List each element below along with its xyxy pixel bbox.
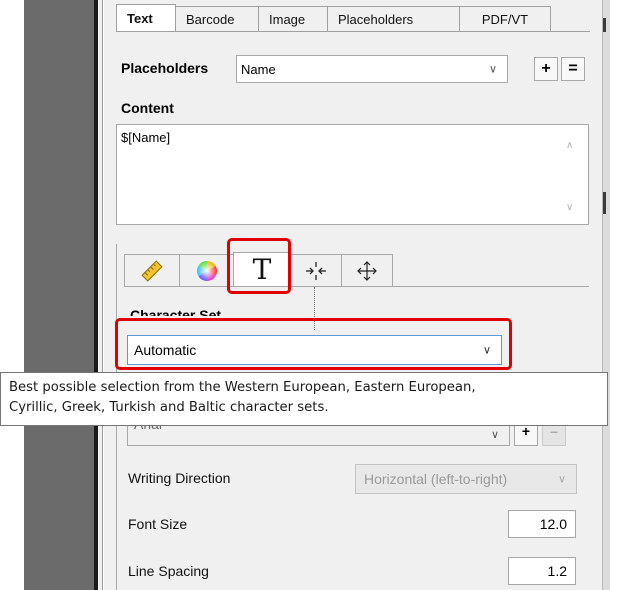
highlight-character-set (115, 318, 512, 370)
content-label: Content (121, 100, 174, 116)
inner-tab-underline (124, 286, 589, 287)
right-scrollbar[interactable] (603, 0, 610, 590)
chevron-down-icon: ∨ (488, 63, 497, 76)
scrollbar-mark (603, 192, 606, 214)
writing-direction-combo: Horizontal (left-to-right) ∨ (355, 464, 577, 494)
screenshot-stage: Text Barcode Image Placeholders PDF/VT P… (0, 0, 618, 590)
line-spacing-value: 1.2 (547, 563, 567, 579)
writing-direction-value: Horizontal (left-to-right) (364, 471, 508, 487)
tab-image[interactable]: Image (258, 6, 328, 31)
chevron-down-icon: ∨ (490, 429, 499, 441)
move-icon (357, 260, 377, 281)
content-textarea[interactable]: $[Name] (116, 124, 589, 225)
font-size-value: 12.0 (539, 516, 567, 532)
scroll-down-icon[interactable]: ∨ (566, 202, 573, 213)
canvas-area (24, 0, 94, 590)
character-set-label: Character Set (130, 307, 222, 316)
tab-placeholders[interactable]: Placeholders (327, 6, 460, 31)
compress-icon (306, 261, 326, 280)
line-spacing-label: Line Spacing (128, 563, 209, 579)
content-value: $[Name] (121, 130, 171, 145)
highlight-text-tab (227, 238, 291, 294)
writing-direction-label: Writing Direction (128, 470, 231, 486)
line-spacing-field[interactable]: 1.2 (508, 557, 576, 585)
tooltip-line-1: Best possible selection from the Western… (9, 380, 476, 395)
font-combo[interactable]: Arial ∨ (127, 424, 510, 446)
placeholders-combo-value: Name (241, 61, 276, 77)
font-size-label: Font Size (128, 516, 188, 532)
add-font-button[interactable]: + (514, 424, 538, 446)
tab-compress[interactable] (290, 254, 342, 286)
ruler-icon (141, 259, 163, 282)
main-tab-bar: Text Barcode Image Placeholders PDF/VT (116, 4, 551, 32)
placeholders-label: Placeholders (121, 60, 209, 76)
chevron-down-icon: ∨ (557, 473, 566, 486)
character-set-tooltip: Best possible selection from the Western… (0, 372, 608, 426)
tab-barcode[interactable]: Barcode (175, 6, 259, 31)
font-size-field[interactable]: 12.0 (508, 510, 576, 538)
guide-line (314, 287, 315, 321)
tab-color[interactable] (179, 254, 234, 286)
tooltip-line-2: Cyrillic, Greek, Turkish and Baltic char… (9, 400, 329, 415)
tab-underline (116, 31, 590, 32)
scrollbar-mark (603, 18, 606, 32)
equals-button[interactable]: = (561, 57, 585, 81)
add-placeholder-button[interactable]: + (534, 57, 558, 81)
placeholders-combo[interactable]: Name ∨ (236, 55, 508, 83)
tab-pdfvt[interactable]: PDF/VT (459, 6, 551, 31)
tab-text[interactable]: Text (116, 4, 176, 31)
color-wheel-icon (196, 260, 217, 281)
remove-font-button[interactable]: – (542, 424, 566, 446)
tab-ruler[interactable] (124, 254, 180, 286)
tab-position[interactable] (341, 254, 393, 286)
scroll-up-icon[interactable]: ∧ (566, 140, 573, 151)
splitter-handle[interactable] (98, 0, 103, 590)
